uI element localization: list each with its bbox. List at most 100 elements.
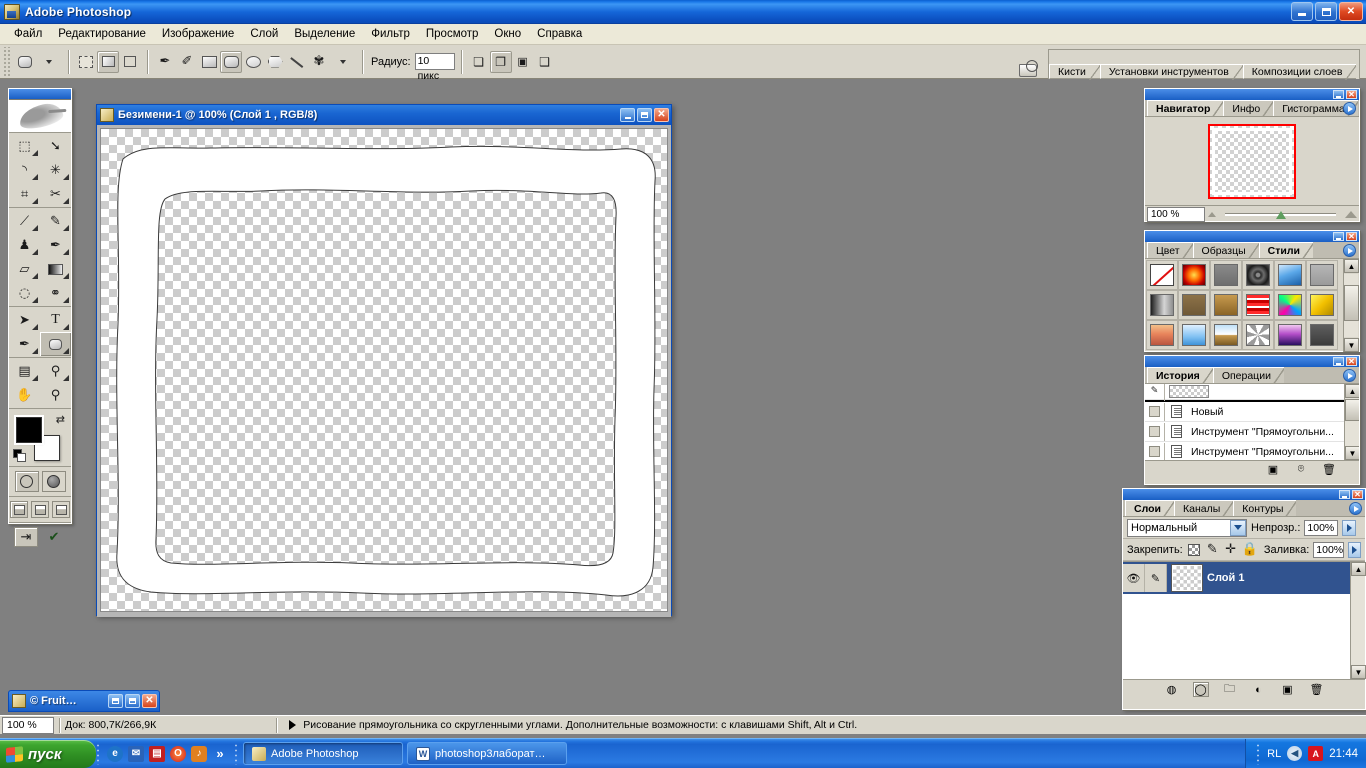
standard-screen-mode-button[interactable] <box>10 501 28 518</box>
tray-grip[interactable] <box>1256 742 1262 765</box>
styles-scroll-up-button[interactable]: ▲ <box>1344 259 1359 273</box>
tab-color[interactable]: Цвет <box>1147 242 1193 259</box>
styles-scroll-thumb[interactable] <box>1344 285 1359 321</box>
default-colors-icon[interactable] <box>13 449 26 462</box>
navigator-preview[interactable] <box>1145 117 1359 205</box>
layers-list[interactable]: 👁 ✎ Слой 1 ▲ ▼ <box>1123 561 1366 679</box>
antivirus-icon[interactable]: A <box>1308 746 1324 761</box>
navigator-drag-handle[interactable]: ✕ <box>1145 89 1359 100</box>
style-swatch-cell[interactable] <box>1210 260 1242 290</box>
toolbox-drag-handle[interactable] <box>9 89 71 100</box>
style-swatch-cell[interactable] <box>1242 320 1274 350</box>
minimized-document-window[interactable]: © Fruit… ✕ <box>8 690 160 712</box>
tab-layers[interactable]: Слои <box>1125 500 1174 517</box>
lock-transparent-pixels-button[interactable] <box>1187 542 1201 558</box>
internet-explorer-icon[interactable]: e <box>107 745 123 762</box>
eraser-tool[interactable]: ▱ <box>9 257 40 281</box>
history-minimize-button[interactable] <box>1333 357 1344 366</box>
well-tab-tool-presets[interactable]: Установки инструментов <box>1099 63 1243 80</box>
marquee-tool[interactable]: ⬚ <box>9 134 40 158</box>
lock-image-pixels-button[interactable]: ✎ <box>1205 542 1219 558</box>
subtract-from-shape-button[interactable]: ❐ <box>489 50 512 73</box>
magic-wand-tool[interactable]: ✳ <box>40 158 71 182</box>
image-canvas[interactable] <box>100 128 668 612</box>
style-swatch-cell[interactable] <box>1210 290 1242 320</box>
history-item[interactable]: Новый <box>1145 402 1359 422</box>
history-item[interactable]: Инструмент "Прямоугольни... <box>1145 422 1359 442</box>
layer-active-indicator[interactable]: ✎ <box>1145 564 1167 592</box>
menu-filter[interactable]: Фильтр <box>363 26 418 42</box>
pen-tool[interactable]: ✒ <box>9 332 40 356</box>
save-icon[interactable]: ▤ <box>149 745 165 762</box>
history-source-checkbox[interactable] <box>1145 422 1165 441</box>
minimize-button[interactable] <box>1291 2 1313 21</box>
menu-help[interactable]: Справка <box>529 26 590 42</box>
style-swatch-cell[interactable] <box>1178 290 1210 320</box>
move-tool[interactable]: ➘ <box>40 134 71 158</box>
custom-shape-tool-button[interactable]: ✾ <box>308 51 330 73</box>
opacity-input[interactable]: 100% <box>1304 519 1339 536</box>
layers-scroll-down-button[interactable]: ▼ <box>1351 665 1366 679</box>
intersect-shape-button[interactable]: ▣ <box>512 51 534 73</box>
layers-scrollbar[interactable]: ▲ ▼ <box>1350 562 1366 679</box>
crop-tool[interactable]: ⌗ <box>9 182 40 206</box>
radius-input[interactable]: 10 пикс <box>414 53 455 82</box>
options-bar-grip[interactable] <box>2 46 11 77</box>
tab-paths[interactable]: Контуры <box>1233 500 1297 517</box>
blend-mode-select[interactable]: Нормальный <box>1127 518 1247 537</box>
style-swatch-cell[interactable] <box>1306 290 1338 320</box>
healing-brush-tool[interactable]: ⟋ <box>9 209 40 233</box>
style-swatch-cell[interactable] <box>1242 290 1274 320</box>
styles-minimize-button[interactable] <box>1333 232 1344 241</box>
maximize-button[interactable] <box>1315 2 1337 21</box>
new-group-icon[interactable]: 🗀 <box>1222 682 1238 697</box>
menu-select[interactable]: Выделение <box>286 26 363 42</box>
history-scroll-thumb[interactable] <box>1345 399 1359 421</box>
dodge-tool[interactable]: ⚭ <box>40 281 71 305</box>
style-swatch-cell[interactable] <box>1146 320 1178 350</box>
document-maximize-button[interactable] <box>637 108 652 122</box>
style-swatch-cell[interactable] <box>1210 320 1242 350</box>
style-swatch-cell[interactable] <box>1178 260 1210 290</box>
status-zoom-input[interactable]: 100 % <box>2 716 54 734</box>
add-layer-mask-icon[interactable]: ◯ <box>1192 682 1209 697</box>
document-title-bar[interactable]: Безимени-1 @ 100% (Слой 1 , RGB/8) ✕ <box>97 105 671 125</box>
history-list[interactable]: ✎ Новый Инструмент "Прямоугольни... Инст… <box>1145 384 1359 460</box>
shape-options-dropdown[interactable] <box>330 52 356 72</box>
well-tab-brushes[interactable]: Кисти <box>1049 63 1100 80</box>
menu-layer[interactable]: Слой <box>242 26 286 42</box>
add-to-shape-button[interactable]: ❏ <box>468 51 490 73</box>
quick-mask-mode-button[interactable] <box>41 471 66 492</box>
history-close-button[interactable]: ✕ <box>1346 357 1357 366</box>
new-adjustment-layer-icon[interactable]: ◐ <box>1251 682 1267 697</box>
clock[interactable]: 21:44 <box>1329 748 1358 760</box>
clone-stamp-tool[interactable]: ♟ <box>9 233 40 257</box>
document-minimize-button[interactable] <box>620 108 635 122</box>
navigator-close-button[interactable]: ✕ <box>1346 90 1357 99</box>
path-selection-tool[interactable]: ➤ <box>9 308 40 332</box>
eyedropper-tool[interactable]: ⚲ <box>40 359 71 383</box>
blur-tool[interactable]: ◌ <box>9 281 40 305</box>
menu-window[interactable]: Окно <box>486 26 529 42</box>
history-scroll-up-button[interactable]: ▲ <box>1345 384 1359 398</box>
layers-drag-handle[interactable]: ✕ <box>1123 489 1365 500</box>
opera-icon[interactable]: O <box>170 745 186 762</box>
menu-view[interactable]: Просмотр <box>418 26 487 42</box>
layers-menu-button[interactable] <box>1349 502 1362 515</box>
fill-slider-button[interactable] <box>1348 541 1362 558</box>
lock-all-button[interactable]: 🔒 <box>1242 542 1258 558</box>
task-button-photoshop[interactable]: Adobe Photoshop <box>243 742 403 765</box>
imageready-check-button[interactable]: ✔ <box>42 527 66 547</box>
styles-drag-handle[interactable]: ✕ <box>1145 231 1359 242</box>
tool-preset-picker[interactable] <box>14 51 36 73</box>
standard-mode-button[interactable] <box>14 471 39 492</box>
notes-tool[interactable]: ▤ <box>9 359 40 383</box>
tab-navigator[interactable]: Навигатор <box>1147 100 1224 117</box>
close-button[interactable]: ✕ <box>1339 2 1363 21</box>
gradient-tool[interactable] <box>40 257 71 281</box>
shape-layers-mode-button[interactable] <box>75 51 97 73</box>
pen-tool-button[interactable]: ✒ <box>154 51 176 73</box>
fill-input[interactable]: 100% <box>1313 541 1345 558</box>
line-tool-button[interactable] <box>286 51 308 73</box>
history-menu-button[interactable] <box>1343 369 1356 382</box>
